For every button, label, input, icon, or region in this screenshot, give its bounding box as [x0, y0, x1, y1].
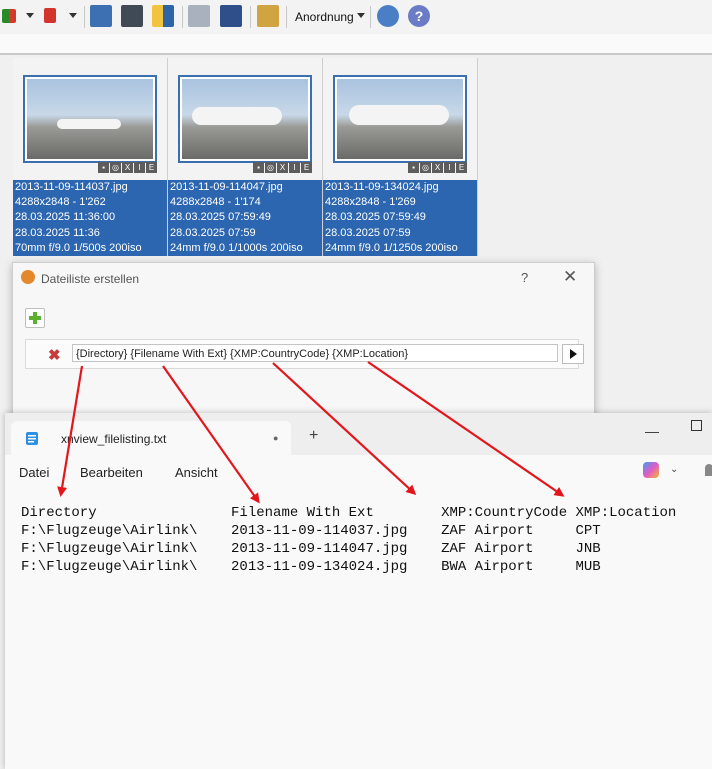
- thumbnail-info: 2013-11-09-134024.jpg 4288x2848 - 1'269 …: [323, 180, 477, 256]
- dimensions: 4288x2848 - 1'262: [15, 196, 106, 209]
- unsaved-dot-icon[interactable]: ●: [273, 433, 278, 443]
- badge-icon: I: [444, 162, 455, 173]
- badge-icon: ▪: [253, 162, 264, 173]
- menu-edit[interactable]: Bearbeiten: [80, 465, 143, 480]
- text-editor[interactable]: Directory Filename With Ext XMP:CountryC…: [21, 504, 676, 576]
- play-icon: [570, 349, 577, 359]
- grid-icon[interactable]: [2, 9, 16, 23]
- date: 28.03.2025 11:36:00: [15, 211, 116, 224]
- airplane-photo: [182, 79, 308, 159]
- chevron-down-icon[interactable]: ⌄: [670, 464, 678, 475]
- play-button[interactable]: [562, 344, 584, 364]
- arrange-dropdown[interactable]: Anordnung: [295, 10, 354, 24]
- exif: 24mm f/9.0 1/1000s 200iso: [170, 241, 303, 254]
- tab-file[interactable]: xnview_filelisting.txt ●: [11, 421, 291, 455]
- date: 28.03.2025 07:59:49: [170, 211, 271, 224]
- badge-icon: ◎: [265, 162, 276, 173]
- gear-icon[interactable]: [377, 5, 399, 27]
- print-icon[interactable]: [188, 5, 210, 27]
- exif: 24mm f/9.0 1/1250s 200iso: [325, 241, 458, 254]
- badge-icon: E: [456, 162, 467, 173]
- dialog-close-button[interactable]: ✕: [563, 267, 577, 287]
- tab-label: xnview_filelisting.txt: [61, 432, 167, 446]
- text-line: Directory Filename With Ext XMP:CountryC…: [21, 505, 677, 521]
- badge-icon: ◎: [420, 162, 431, 173]
- arrange-dropdown-arrow-icon[interactable]: [357, 13, 365, 18]
- scanner-icon[interactable]: [220, 5, 242, 27]
- maximize-button[interactable]: [691, 420, 702, 431]
- thumbnail-frame: [178, 75, 312, 163]
- thumbnail-item[interactable]: ▪ ◎ X I E 2013-11-09-114037.jpg 4288x2848 - …: [13, 58, 168, 256]
- thumbnail-frame: [333, 75, 467, 163]
- copilot-icon[interactable]: [643, 462, 659, 478]
- thumbnail-info: 2013-11-09-114037.jpg 4288x2848 - 1'262 …: [13, 180, 167, 256]
- airplane-photo: [337, 79, 463, 159]
- filename: 2013-11-09-134024.jpg: [325, 181, 439, 193]
- camera-icon[interactable]: [90, 5, 112, 27]
- add-button[interactable]: [25, 308, 45, 328]
- badge-icon: ▪: [98, 162, 109, 173]
- notepad-window: xnview_filelisting.txt ● + — Datei Bearb…: [5, 413, 712, 769]
- menu-view[interactable]: Ansicht: [175, 465, 218, 480]
- text-line: F:\Flugzeuge\Airlink\ 2013-11-09-114037.…: [21, 523, 601, 539]
- filename: 2013-11-09-114037.jpg: [15, 181, 128, 193]
- binoculars-icon[interactable]: [121, 5, 143, 27]
- dropdown-arrow-icon[interactable]: [69, 13, 77, 18]
- badge-icon: I: [134, 162, 145, 173]
- thumbnail-item[interactable]: ▪ ◎ X I E 2013-11-09-134024.jpg 4288x2848 - …: [323, 58, 478, 256]
- dialog-title: Dateiliste erstellen: [41, 272, 140, 286]
- badge-icon: E: [301, 162, 312, 173]
- airplane-photo: [27, 79, 153, 159]
- badge-icon: X: [122, 162, 133, 173]
- tab-bar: xnview_filelisting.txt ● + —: [5, 413, 712, 455]
- thumbnail-item[interactable]: ▪ ◎ X I E 2013-11-09-114047.jpg 4288x2848 - …: [168, 58, 323, 256]
- help-icon[interactable]: ?: [408, 5, 430, 27]
- minimize-button[interactable]: —: [645, 423, 659, 439]
- delete-icon[interactable]: ✖: [48, 346, 61, 364]
- badge-icon: I: [289, 162, 300, 173]
- bookmark-icon[interactable]: [44, 8, 56, 23]
- new-tab-button[interactable]: +: [309, 427, 318, 445]
- thumbnail-frame: [23, 75, 157, 163]
- notepad-icon: [26, 432, 38, 445]
- badge-icon: E: [146, 162, 157, 173]
- exif: 70mm f/9.0 1/500s 200iso: [15, 241, 142, 254]
- badge-icon: ◎: [110, 162, 121, 173]
- dropdown-arrow-icon[interactable]: [26, 13, 34, 18]
- dimensions: 4288x2848 - 1'269: [325, 196, 416, 209]
- date: 28.03.2025 07:59: [325, 226, 411, 239]
- date: 28.03.2025 11:36: [15, 226, 100, 239]
- divider: [0, 53, 712, 55]
- dimensions: 4288x2848 - 1'174: [170, 196, 261, 209]
- xnview-logo-icon: [21, 270, 35, 284]
- thumbnail-strip: ▪ ◎ X I E 2013-11-09-114037.jpg 4288x2848 - …: [0, 58, 478, 256]
- folder-tree-icon[interactable]: [257, 5, 279, 27]
- date: 28.03.2025 07:59:49: [325, 211, 426, 224]
- dialog-help-button[interactable]: ?: [521, 270, 528, 285]
- account-icon[interactable]: [705, 464, 712, 476]
- badge-icon: ▪: [408, 162, 419, 173]
- format-row: ✖ {Directory} {Filename With Ext} {XMP:C…: [25, 339, 584, 369]
- compare-icon[interactable]: [152, 5, 174, 27]
- filename: 2013-11-09-114047.jpg: [170, 181, 283, 193]
- format-input[interactable]: {Directory} {Filename With Ext} {XMP:Cou…: [72, 344, 558, 362]
- toolbar: Anordnung ?: [0, 0, 712, 34]
- plus-icon: [29, 312, 41, 324]
- text-line: F:\Flugzeuge\Airlink\ 2013-11-09-134024.…: [21, 559, 601, 575]
- thumbnail-info: 2013-11-09-114047.jpg 4288x2848 - 1'174 …: [168, 180, 322, 256]
- badge-icon: X: [277, 162, 288, 173]
- text-line: F:\Flugzeuge\Airlink\ 2013-11-09-114047.…: [21, 541, 601, 557]
- badge-icon: X: [432, 162, 443, 173]
- menu-file[interactable]: Datei: [19, 465, 49, 480]
- date: 28.03.2025 07:59: [170, 226, 256, 239]
